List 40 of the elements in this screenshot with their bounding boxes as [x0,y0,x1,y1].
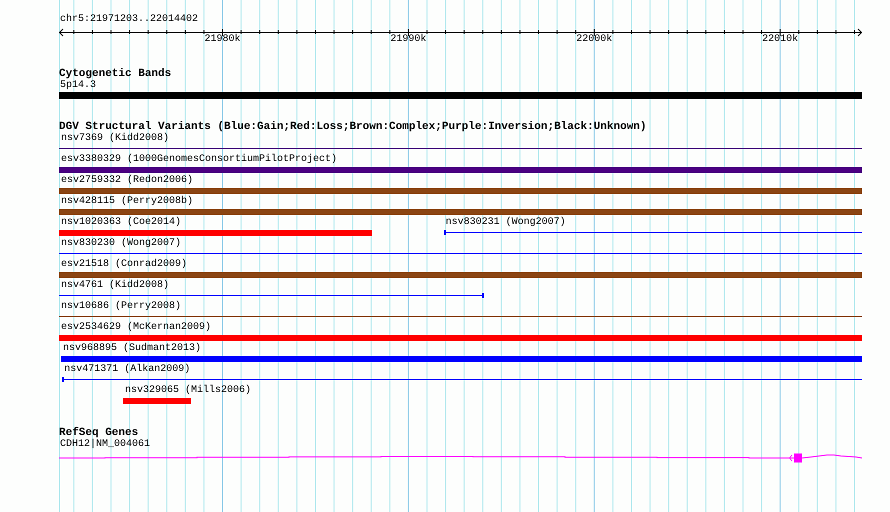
gene-model-drawing[interactable] [59,453,862,465]
variant-line[interactable] [59,253,862,254]
cytoband-bar[interactable] [59,92,862,99]
variant-line[interactable] [59,316,862,317]
tick-label: 21990k [390,34,426,46]
variant-label: nsv329065 (Mills2006) [124,385,252,396]
variant-label: esv3380329 (1000GenomesConsortiumPilotProject) [61,154,338,165]
variant-bar[interactable] [59,167,862,173]
variant-label: nsv830231 (Wong2007) [446,217,566,228]
variant-label: esv2759332 (Redon2006) [61,175,194,186]
variant-bar[interactable] [59,272,862,278]
variant-bar[interactable] [59,335,862,341]
track-title: RefSeq Genes [59,427,138,439]
track-title: DGV Structural Variants (Blue:Gain;Red:Loss;Brown:Complex;Purple:Inversion;Black:Unknown) [59,121,646,133]
track-title: Cytogenetic Bands [59,68,172,80]
variant-line[interactable] [62,379,862,380]
variant-label: nsv10686 (Perry2008) [61,301,182,312]
variant-label: nsv471371 (Alkan2009) [64,364,190,375]
variant-line[interactable] [59,295,484,296]
variant-label: esv2534629 (McKernan2009) [61,322,212,333]
position-label: chr5:21971203..22014402 [60,14,198,26]
variant-line[interactable] [59,148,862,149]
gene-label: CDH12|NM_004061 [59,439,150,450]
variant-label: nsv7369 (Kidd2008) [61,133,170,144]
variant-bar[interactable] [59,188,862,194]
tick-label: 21980k [204,34,241,46]
band-label: 5p14.3 [59,80,96,91]
variant-line[interactable] [444,232,862,233]
variant-bar[interactable] [122,398,191,404]
variant-label: nsv428115 (Perry2008b) [61,196,194,207]
variant-label: nsv1020363 (Coe2014) [61,217,182,228]
variant-label: nsv830230 (Wong2007) [61,238,182,249]
variant-bar[interactable] [59,209,862,215]
variant-label: nsv968895 (Sudmant2013) [63,343,202,354]
variant-label: nsv4761 (Kidd2008) [61,280,170,291]
variant-bar[interactable] [61,356,862,362]
variant-bar[interactable] [59,230,372,236]
tick-label: 22010k [762,34,798,46]
variant-label: esv21518 (Conrad2009) [61,259,188,270]
tick-label: 22000k [576,34,612,46]
